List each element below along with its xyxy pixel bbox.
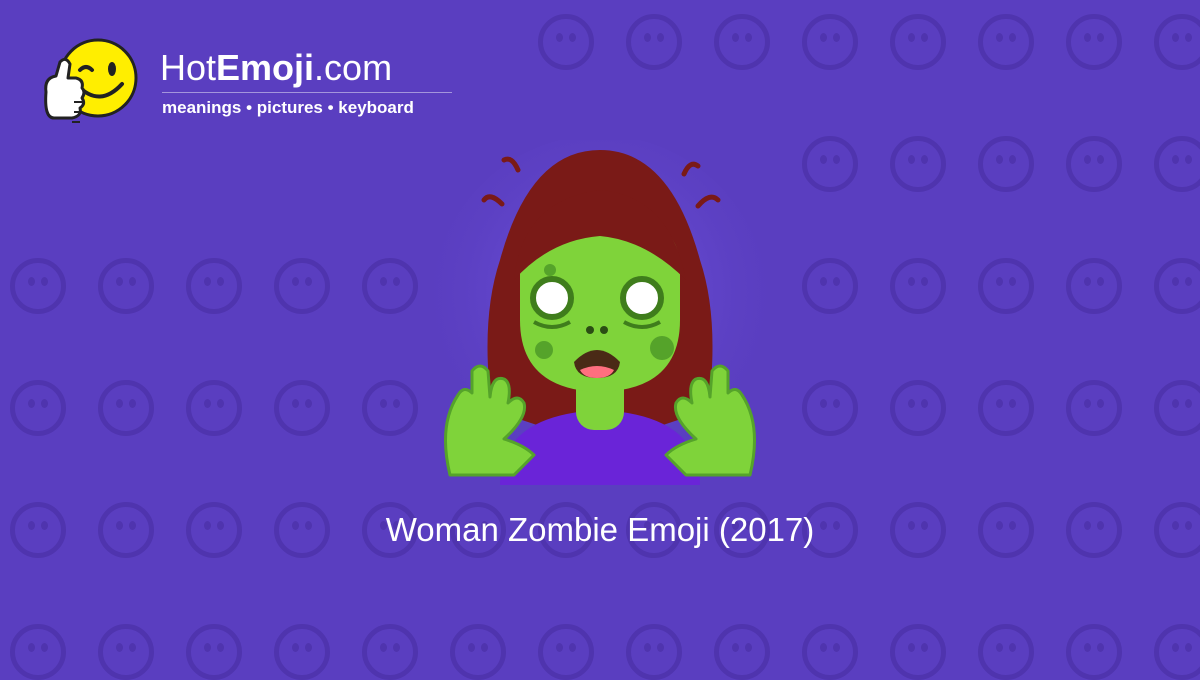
background-emoji-icon xyxy=(890,14,946,70)
background-emoji-icon xyxy=(362,380,418,436)
background-emoji-icon xyxy=(274,624,330,680)
background-emoji-icon xyxy=(1154,258,1200,314)
background-emoji-icon xyxy=(802,14,858,70)
background-emoji-icon xyxy=(1066,624,1122,680)
background-emoji-icon xyxy=(978,14,1034,70)
background-emoji-icon xyxy=(98,380,154,436)
site-name-suffix: .com xyxy=(314,47,393,88)
site-logo[interactable]: HotEmoji.com meanings • pictures • keybo… xyxy=(40,34,460,134)
background-emoji-icon xyxy=(10,258,66,314)
background-emoji-icon xyxy=(1154,380,1200,436)
background-emoji-icon xyxy=(274,380,330,436)
background-emoji-icon xyxy=(10,380,66,436)
background-emoji-icon xyxy=(978,380,1034,436)
background-emoji-icon xyxy=(714,624,770,680)
background-emoji-icon xyxy=(978,136,1034,192)
background-emoji-icon xyxy=(626,14,682,70)
background-emoji-icon xyxy=(890,258,946,314)
background-emoji-icon xyxy=(1066,136,1122,192)
background-emoji-icon xyxy=(10,624,66,680)
background-emoji-icon xyxy=(98,624,154,680)
background-emoji-icon xyxy=(890,136,946,192)
page-title: Woman Zombie Emoji (2017) xyxy=(385,511,815,548)
background-emoji-icon xyxy=(626,624,682,680)
background-emoji-icon xyxy=(1066,14,1122,70)
background-emoji-icon xyxy=(186,258,242,314)
background-emoji-icon xyxy=(186,624,242,680)
background-emoji-icon xyxy=(538,14,594,70)
thumbs-up-winking-face-icon xyxy=(44,38,138,123)
background-emoji-icon xyxy=(274,258,330,314)
site-name-bold: Emoji xyxy=(216,47,315,88)
background-emoji-icon xyxy=(450,624,506,680)
background-emoji-icon xyxy=(98,258,154,314)
background-emoji-icon xyxy=(802,136,858,192)
logo-divider xyxy=(162,92,452,93)
background-emoji-icon xyxy=(802,258,858,314)
woman-zombie-emoji-icon xyxy=(430,140,770,485)
background-emoji-icon xyxy=(978,258,1034,314)
background-emoji-icon xyxy=(802,624,858,680)
background-emoji-icon xyxy=(1066,380,1122,436)
site-tagline: meanings • pictures • keyboard xyxy=(162,98,414,117)
site-name: HotEmoji.com xyxy=(160,48,392,88)
background-emoji-icon xyxy=(1154,136,1200,192)
background-emoji-icon xyxy=(802,380,858,436)
background-emoji-icon xyxy=(978,624,1034,680)
background-emoji-icon xyxy=(890,380,946,436)
background-emoji-icon xyxy=(362,258,418,314)
background-emoji-icon xyxy=(362,624,418,680)
background-emoji-icon xyxy=(538,624,594,680)
background-emoji-icon xyxy=(1154,624,1200,680)
site-name-prefix: Hot xyxy=(160,47,217,88)
background-emoji-icon xyxy=(1154,14,1200,70)
background-emoji-icon xyxy=(714,14,770,70)
background-emoji-icon xyxy=(890,624,946,680)
background-emoji-icon xyxy=(1066,258,1122,314)
background-emoji-icon xyxy=(186,380,242,436)
